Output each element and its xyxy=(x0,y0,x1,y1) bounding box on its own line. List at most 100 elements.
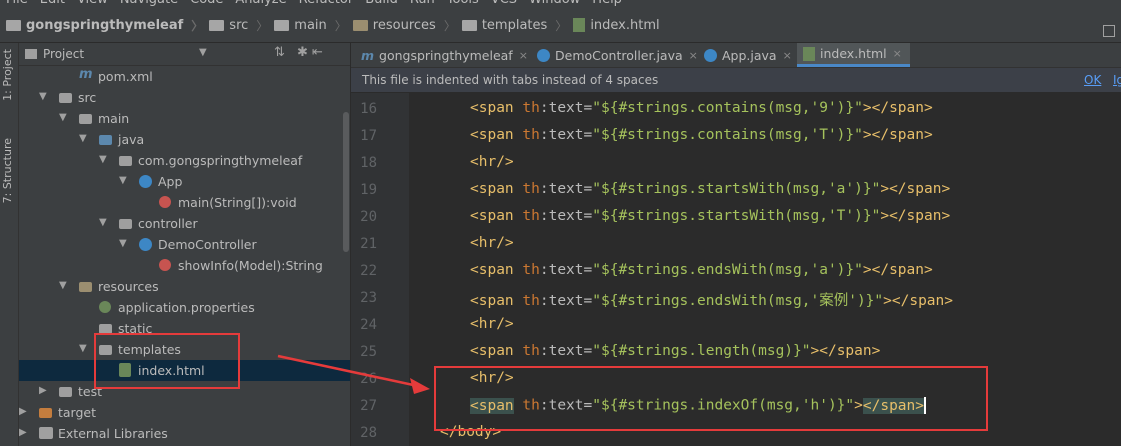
menu-item[interactable]: Tools xyxy=(447,0,479,7)
line-number: 23 xyxy=(360,290,377,306)
tab-gongspringthymeleaf[interactable]: m gongspringthymeleaf × xyxy=(361,43,528,67)
chevron-down-icon[interactable]: ▼ xyxy=(119,238,127,249)
code-token: :text= xyxy=(539,208,593,224)
code-token: th xyxy=(522,181,540,197)
breadcrumb-item-main[interactable]: main 〉 xyxy=(274,17,347,34)
code-line[interactable]: <hr/> xyxy=(470,154,514,170)
menu-item[interactable]: Help xyxy=(592,0,622,7)
ok-link[interactable]: OK xyxy=(1084,73,1101,87)
chevron-right-icon[interactable]: ▶ xyxy=(39,385,47,396)
project-scrollbar[interactable] xyxy=(343,112,349,252)
tree-item-target[interactable]: ▶ target xyxy=(19,402,350,423)
close-icon[interactable]: × xyxy=(519,49,528,62)
tree-item-democontroller[interactable]: ▼ DemoController xyxy=(19,234,350,255)
annotation-box-code xyxy=(434,366,988,431)
tree-item-label: App xyxy=(158,174,183,189)
tab-project-tool-window[interactable]: 1: Project xyxy=(1,49,14,101)
code-line[interactable]: <span th:text="${#strings.endsWith(msg,'… xyxy=(470,262,933,278)
code-line[interactable]: <hr/> xyxy=(470,316,514,332)
close-icon[interactable]: × xyxy=(689,49,698,62)
gear-icon[interactable]: ✱ xyxy=(297,45,312,60)
project-panel-title[interactable]: Project xyxy=(43,47,84,61)
folder-icon xyxy=(6,19,21,31)
html-file-icon xyxy=(803,46,815,61)
menu-item[interactable]: Code xyxy=(190,0,223,7)
code-line[interactable]: <hr/> xyxy=(470,235,514,251)
chevron-right-icon[interactable]: ▶ xyxy=(19,427,27,438)
chevron-down-icon[interactable]: ▼ xyxy=(59,112,67,123)
chevron-down-icon[interactable]: ▼ xyxy=(99,154,107,165)
tree-item-label: application.properties xyxy=(118,300,255,315)
code-token: "${#strings.startsWith(msg,'T')}" xyxy=(592,208,881,224)
menu-item[interactable]: Window xyxy=(529,0,580,7)
tree-item-com-gongspringthymeleaf[interactable]: ▼ com.gongspringthymeleaf xyxy=(19,150,350,171)
chevron-down-icon[interactable]: ▼ xyxy=(99,217,107,228)
breadcrumb-item-project[interactable]: gongspringthymeleaf 〉 xyxy=(6,17,203,34)
code-line[interactable]: <span th:text="${#strings.endsWith(msg,'… xyxy=(470,289,953,310)
chevron-down-icon[interactable]: ▼ xyxy=(119,175,127,186)
ignore-link[interactable]: Ig xyxy=(1113,73,1121,87)
panel-tools: ⇅ ✱⇤ xyxy=(274,45,327,60)
tab-label: DemoController.java xyxy=(555,47,683,63)
code-token: ></span> xyxy=(862,262,933,278)
tree-item-main-string-void[interactable]: main(String[]):void xyxy=(19,192,350,213)
tree-item-controller[interactable]: ▼ controller xyxy=(19,213,350,234)
menu-item[interactable]: View xyxy=(77,0,108,7)
menu-item[interactable]: Refactor xyxy=(299,0,354,7)
tree-item-java[interactable]: ▼ java xyxy=(19,129,350,150)
chevron-right-icon[interactable]: ▶ xyxy=(19,406,27,417)
tree-item-application-properties[interactable]: application.properties xyxy=(19,297,350,318)
chevron-down-icon[interactable]: ▼ xyxy=(39,91,47,102)
tree-item-external-libraries[interactable]: ▶ External Libraries xyxy=(19,423,350,444)
code-line[interactable]: <span th:text="${#strings.startsWith(msg… xyxy=(470,181,950,197)
tree-item-showinfo-model-string[interactable]: showInfo(Model):String xyxy=(19,255,350,276)
code-token: ></span> xyxy=(862,100,933,116)
package-icon xyxy=(119,156,132,166)
menu-item[interactable]: File xyxy=(6,0,28,7)
sync-icon[interactable]: ⇅ xyxy=(274,45,289,60)
hide-icon[interactable]: ⇤ xyxy=(312,45,327,60)
tab-structure-tool-window[interactable]: 7: Structure xyxy=(1,138,14,203)
tree-item-resources[interactable]: ▼ resources xyxy=(19,276,350,297)
chevron-down-icon[interactable]: ▼ xyxy=(79,133,87,144)
chevron-right-icon: 〉 xyxy=(334,18,347,33)
code-line[interactable]: <span th:text="${#strings.contains(msg,'… xyxy=(470,127,933,143)
tab-index-html[interactable]: index.html × xyxy=(797,43,910,67)
line-number: 21 xyxy=(360,236,377,252)
class-icon xyxy=(704,48,717,62)
chevron-down-icon[interactable]: ▼ xyxy=(59,280,67,291)
code-token: <span xyxy=(470,343,523,359)
menu-item[interactable]: Navigate xyxy=(120,0,178,7)
tree-item-app[interactable]: ▼ App xyxy=(19,171,350,192)
breadcrumb-item-resources[interactable]: resources 〉 xyxy=(352,17,456,34)
tree-item-main[interactable]: ▼ main xyxy=(19,108,350,129)
code-token: "${#strings.startsWith(msg,'a')}" xyxy=(592,181,881,197)
code-line[interactable]: <span th:text="${#strings.startsWith(msg… xyxy=(470,208,950,224)
code-token: "${#strings.endsWith(msg,'a')}" xyxy=(592,262,863,278)
chevron-down-icon[interactable]: ▼ xyxy=(79,343,87,354)
tab-app-java[interactable]: App.java × xyxy=(704,43,792,67)
breadcrumb-item-index-html[interactable]: index.html xyxy=(573,18,660,33)
code-line[interactable]: <span th:text="${#strings.contains(msg,'… xyxy=(470,100,933,116)
tree-item-label: External Libraries xyxy=(58,426,168,441)
breadcrumb-item-templates[interactable]: templates 〉 xyxy=(461,17,567,34)
menu-item[interactable]: Build xyxy=(365,0,398,7)
code-line[interactable]: <span th:text="${#strings.length(msg)}">… xyxy=(470,343,880,359)
tree-item-pom-xml[interactable]: m pom.xml xyxy=(19,66,350,87)
menu-item[interactable]: Analyze xyxy=(235,0,286,7)
breadcrumb-item-src[interactable]: src 〉 xyxy=(209,17,268,34)
chevron-down-icon[interactable]: ▼ xyxy=(199,47,207,58)
maximize-icon[interactable] xyxy=(1103,25,1115,37)
source-folder-icon xyxy=(99,135,112,145)
properties-icon xyxy=(99,301,111,313)
close-icon[interactable]: × xyxy=(783,49,792,62)
breadcrumb-label: main xyxy=(294,17,327,33)
menu-item[interactable]: Run xyxy=(410,0,435,7)
tab-democontroller-java[interactable]: DemoController.java × xyxy=(537,43,698,67)
code-token: th xyxy=(522,208,540,224)
project-view-icon xyxy=(25,49,37,59)
tree-item-src[interactable]: ▼ src xyxy=(19,87,350,108)
menu-item[interactable]: VCS xyxy=(491,0,517,7)
menu-item[interactable]: Edit xyxy=(40,0,65,7)
close-icon[interactable]: × xyxy=(893,47,902,60)
